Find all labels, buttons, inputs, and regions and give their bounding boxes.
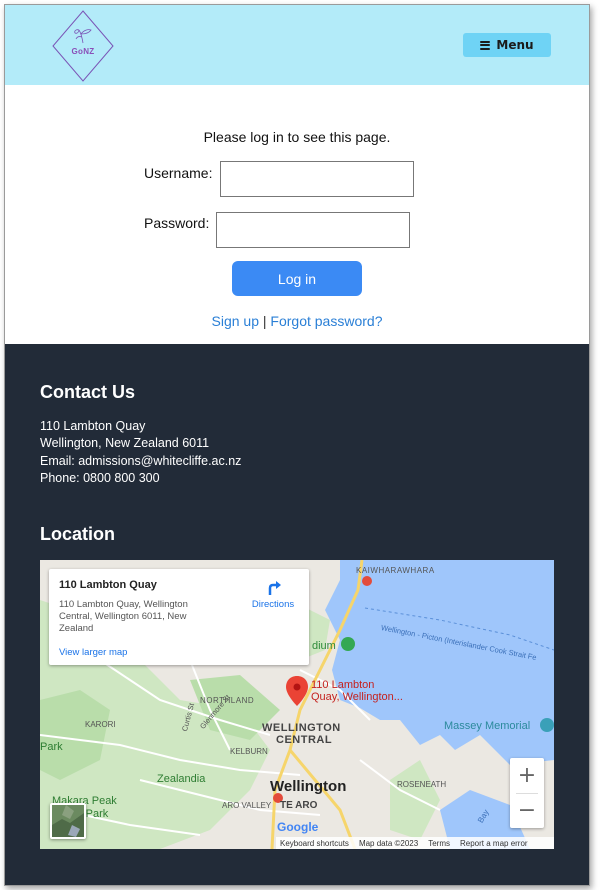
map-label-kaiwharawhara: KAIWHARAWHARA [356,566,435,575]
hamburger-icon [480,40,491,50]
view-larger-map-link[interactable]: View larger map [59,647,127,658]
map-info-card: 110 Lambton Quay 110 Lambton Quay, Welli… [49,569,309,665]
map-label-te-aro: TE ARO [280,800,318,811]
site-logo[interactable]: GoNZ [51,9,115,83]
map-label-park: Park [40,741,63,753]
satellite-toggle[interactable] [50,803,86,839]
map-label-aro-valley: ARO VALLEY [222,801,272,810]
logo-diamond-icon [52,10,114,82]
signup-link[interactable]: Sign up [212,313,259,329]
map-label-roseneath: ROSENEATH [397,780,447,789]
menu-button[interactable]: Menu [463,33,551,57]
map-info-address: 110 Lambton Quay, Wellington Central, We… [59,599,188,634]
map-label-massey-memorial: Massey Memorial [444,720,531,732]
map-pin-label-line-1: 110 Lambton [311,679,375,691]
map-label-wellington-central-2: CENTRAL [276,734,333,746]
address-line-2: Wellington, New Zealand 6011 [40,436,210,450]
google-logo-text: Google [277,820,319,834]
map-label-karori: KARORI [85,720,116,729]
map-pin-label-line-2: Quay, Wellington... [311,691,403,703]
link-separator: | [262,313,267,329]
keyboard-shortcuts-link[interactable]: Keyboard shortcuts [280,839,349,848]
contact-heading: Contact Us [40,382,136,402]
map-data-text: Map data ©2023 [358,838,419,848]
embedded-map[interactable]: KAIWHARAWHARA Wellington - Picton (Inter… [40,560,554,849]
map-label-wellington-central-1: WELLINGTON [262,722,341,734]
map-label-zealandia: Zealandia [157,773,206,785]
google-logo: Google [277,820,318,834]
account-links: Sign up | Forgot password? [5,313,589,329]
contact-phone: Phone: 0800 800 300 [40,471,160,485]
site-header: GoNZ Menu [5,5,589,85]
site-footer: Contact Us 110 Lambton Quay Wellington, … [5,344,589,885]
contact-email: Email: admissions@whitecliffe.ac.nz [40,454,242,468]
directions-button[interactable]: Directions [245,579,301,610]
login-message: Please log in to see this page. [203,129,391,145]
map-zoom-controls: + − [510,758,544,828]
username-input[interactable] [220,161,414,197]
zoom-in-icon[interactable]: + [510,758,544,793]
page-frame: GoNZ Menu Please log in to see this page… [4,4,590,886]
password-label: Password: [144,215,210,231]
map-label-stadium: dium [312,640,336,652]
map-label-wellington: Wellington [270,778,347,795]
directions-label: Directions [251,599,295,610]
login-section: Please log in to see this page. Username… [5,85,589,345]
report-map-error-link[interactable]: Report a map error [460,839,528,848]
logo-text: GoNZ [71,47,95,56]
map-label-kelburn: KELBURN [230,747,268,756]
username-label: Username: [144,165,213,181]
directions-icon [268,581,281,595]
map-info-title: 110 Lambton Quay [59,579,157,591]
zoom-out-icon[interactable]: − [510,793,544,828]
password-input[interactable] [216,212,410,248]
terms-link[interactable]: Terms [428,839,450,848]
address-line-1: 110 Lambton Quay [40,419,146,433]
menu-label: Menu [496,38,534,52]
map-attribution-bar: Keyboard shortcuts Map data ©2023 Terms … [276,837,554,849]
location-heading: Location [40,524,115,544]
forgot-password-link[interactable]: Forgot password? [270,313,382,329]
satellite-thumbnail-icon [52,805,84,837]
login-button[interactable]: Log in [232,261,362,296]
